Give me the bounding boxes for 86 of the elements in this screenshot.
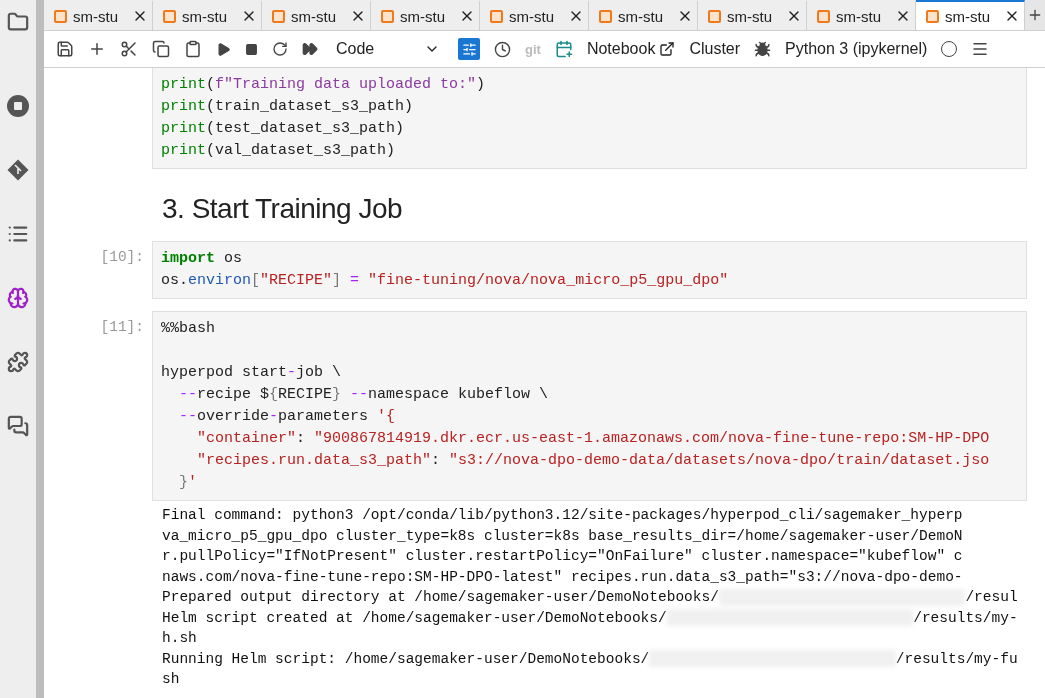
code-line: %%bash xyxy=(161,319,216,339)
code-line: }' xyxy=(178,473,199,493)
calendar-plus-icon[interactable] xyxy=(554,40,573,58)
output-line: Running Helm script: /home/sagemaker-user/DemoNotebooks/ xyxy=(162,649,650,669)
notebook-icon xyxy=(272,9,285,23)
output-line: va_micro_p5_gpu_dpo cluster_type=k8s cluster=k8s base_results_dir=/home/sagemaker-user/DemoN xyxy=(162,526,963,546)
tab-label: sm-stu xyxy=(618,7,664,25)
code-line: --override-parameters '{ xyxy=(178,407,397,427)
fast-forward-icon[interactable] xyxy=(302,41,318,57)
cell-prompt: [10]: xyxy=(99,248,145,267)
tab-label: sm-stu xyxy=(291,7,337,25)
bug-icon[interactable] xyxy=(754,40,772,58)
output-line: r.pullPolicy="IfNotPresent" cluster.restartPolicy="OnFailure" cluster.namespace="kubeflow" c xyxy=(162,547,963,566)
brain-icon xyxy=(7,287,29,309)
cut-icon[interactable] xyxy=(120,40,138,58)
code-line: os.environ["RECIPE"] = "fine-tuning/nova/nova_micro_p5_gpu_dpo" xyxy=(161,271,730,291)
sliders-toggle[interactable] xyxy=(458,38,480,60)
code-line: --recipe ${RECIPE} --namespace kubeflow \ xyxy=(178,385,550,405)
code-line: print(val_dataset_s3_path) xyxy=(161,141,397,161)
output-line: /resul xyxy=(965,588,1018,607)
code-line: hyperpod start-job \ xyxy=(161,363,343,383)
output-line: /results/my- xyxy=(913,608,1018,628)
notebook-tab[interactable]: sm-stu xyxy=(480,0,589,30)
notebook-icon xyxy=(708,9,721,23)
code-line: print(f"Training data uploaded to:") xyxy=(161,75,487,95)
external-link-icon xyxy=(659,41,676,57)
tab-label: sm-stu xyxy=(182,7,228,25)
notebook-tab[interactable]: sm-stu xyxy=(589,0,698,30)
git-icon xyxy=(6,158,30,182)
cluster-button[interactable]: Cluster xyxy=(689,40,741,58)
notebook-icon xyxy=(599,9,612,23)
play-icon[interactable] xyxy=(216,41,231,57)
code-line: print(test_dataset_s3_path) xyxy=(161,119,406,139)
cell-prompt: [11]: xyxy=(99,318,145,337)
clock-icon[interactable] xyxy=(494,40,511,58)
notebook-icon xyxy=(163,9,176,23)
tab-label: sm-stu xyxy=(400,7,446,25)
notebook-tab[interactable]: sm-stu xyxy=(44,0,153,30)
restart-icon[interactable] xyxy=(272,41,288,57)
notebook-icon xyxy=(817,9,830,23)
output-line: sh xyxy=(162,670,180,689)
notebook-tab[interactable]: sm-stu xyxy=(371,0,480,30)
chat-icon xyxy=(7,415,29,437)
code-cell[interactable]: print(f"Training data uploaded to:") print(train_dataset_s3_path) print(test_dataset_s3_path) print(val_dataset_s3_path) xyxy=(152,68,1027,169)
notebook-icon xyxy=(926,9,939,23)
notebook-tab[interactable]: sm-stu xyxy=(153,0,262,30)
output-line: /results/my-fu xyxy=(895,649,1018,669)
save-icon[interactable] xyxy=(56,40,74,58)
tab-label: sm-stu xyxy=(727,7,773,25)
puzzle-icon xyxy=(7,351,29,373)
menu-icon[interactable] xyxy=(971,40,990,58)
code-cell[interactable]: import os os.environ["RECIPE"] = "fine-tuning/nova/nova_micro_p5_gpu_dpo" xyxy=(152,241,1027,299)
copy-icon[interactable] xyxy=(152,40,170,58)
notebook-icon xyxy=(490,9,503,23)
notebook-tab[interactable]: sm-stu xyxy=(916,0,1025,30)
notebook-tab[interactable]: sm-stu xyxy=(807,0,916,30)
stop-icon xyxy=(6,94,30,118)
output-line: Prepared output directory at /home/sagemaker-user/DemoNotebooks/ xyxy=(162,588,719,607)
notebook-link[interactable]: Notebook xyxy=(586,40,676,58)
stop-icon[interactable] xyxy=(245,42,258,56)
code-line: print(train_dataset_s3_path) xyxy=(161,97,415,117)
sliders-icon xyxy=(461,41,477,57)
tab-label: sm-stu xyxy=(945,7,991,25)
paste-icon[interactable] xyxy=(184,40,202,58)
cell-type-dropdown[interactable]: Code xyxy=(332,40,444,58)
notebook-icon xyxy=(54,9,67,23)
folder-icon xyxy=(7,11,29,33)
notebook-tab[interactable]: sm-stu xyxy=(698,0,807,30)
code-cell[interactable] xyxy=(152,311,1027,501)
output-line: Final command: python3 /opt/conda/lib/python3.12/site-packages/hyperpod_cli/sagemaker_hyperp xyxy=(162,506,963,525)
code-line: "recipes.run.data_s3_path": "s3://nova-dpo-demo-data/datasets/nova-dpo/train/dataset.jso xyxy=(196,451,991,471)
notebook-icon xyxy=(381,9,394,23)
notebook-tab[interactable]: sm-stu xyxy=(262,0,371,30)
code-line: "container": "900867814919.dkr.ecr.us-east-1.amazonaws.com/nova-fine-tune-repo:SM-HP-DPO xyxy=(196,429,991,449)
output-line: Helm script created at /home/sagemaker-user/DemoNotebooks/ xyxy=(162,608,667,628)
add-icon[interactable] xyxy=(1027,7,1043,23)
section-heading: 3. Start Training Job xyxy=(162,193,404,225)
tab-label: sm-stu xyxy=(73,7,119,25)
add-icon[interactable] xyxy=(88,40,106,58)
output-line: h.sh xyxy=(162,629,197,648)
kernel-name[interactable]: Python 3 (ipykernel) xyxy=(785,40,928,58)
output-line: naws.com/nova-fine-tune-repo:SM-HP-DPO-latest" recipes.run.data_s3_path="s3://nova-dpo-demo- xyxy=(162,567,963,587)
list-icon xyxy=(7,223,29,245)
code-line: import os xyxy=(161,249,244,269)
tab-label: sm-stu xyxy=(509,7,555,25)
tab-label: sm-stu xyxy=(836,7,882,25)
